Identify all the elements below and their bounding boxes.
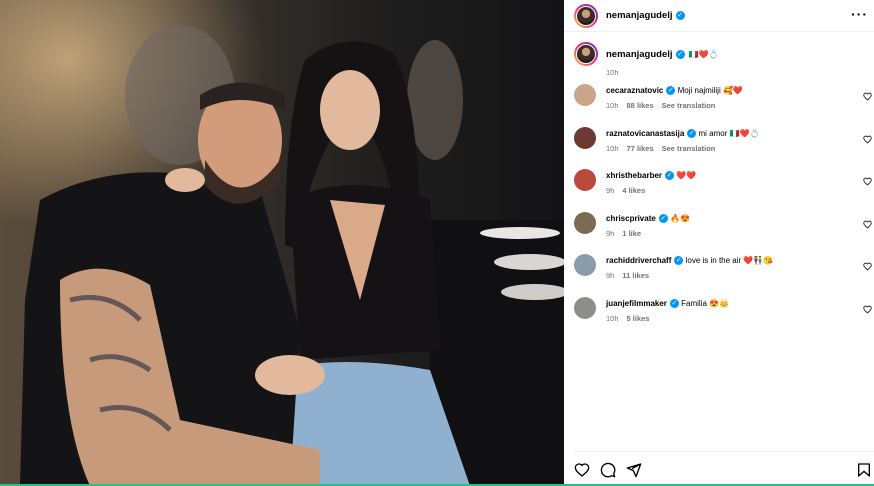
comment-time: 10h xyxy=(606,101,619,111)
comment-body: xhristhebarber ✓ ❤️❤️ 9h 4 likes xyxy=(606,171,854,195)
more-options-icon[interactable]: ··· xyxy=(851,6,868,22)
comment-time: 10h xyxy=(606,143,619,153)
comment-row: chriscprivate ✓ 🔥😍 9h 1 like xyxy=(574,211,874,248)
comment-emoji: 🥰❤️ xyxy=(722,86,743,95)
comment-emoji: 🇮🇹❤️💍 xyxy=(729,128,760,138)
comment-likes[interactable]: 77 likes xyxy=(627,144,654,153)
heart-icon[interactable] xyxy=(863,220,872,229)
comment-body: rachiddriverchaff ✓ love is in the air ❤️… xyxy=(606,256,854,280)
comment-emoji: 😍👑 xyxy=(709,298,730,308)
comment-body: cecaraznatovic ✓ Moji najmiliji 🥰❤️ 10h 88 … xyxy=(606,86,854,110)
caption-avatar[interactable] xyxy=(574,42,598,66)
comment-meta: 9h 4 likes xyxy=(606,186,854,195)
caption-text: 🇮🇹❤️💍 xyxy=(688,49,719,59)
comment-emoji: 🔥😍 xyxy=(670,213,690,223)
comment-likes[interactable]: 5 likes xyxy=(627,314,650,323)
comment-row: raznatovicanastasija ✓ mi amor 🇮🇹❤️💍 10h 77… xyxy=(574,126,874,163)
commenter-username[interactable]: cecaraznatovic xyxy=(606,86,663,95)
commenter-avatar[interactable] xyxy=(574,254,596,276)
caption-username[interactable]: nemanjagudelj xyxy=(606,49,673,60)
action-bar xyxy=(574,451,874,482)
share-icon[interactable] xyxy=(626,462,642,478)
author-username[interactable]: nemanjagudelj xyxy=(606,10,673,21)
heart-icon[interactable] xyxy=(863,92,872,101)
comment-time: 9h xyxy=(606,186,615,196)
comment-text: Moji najmiliji xyxy=(677,86,721,95)
verified-icon: ✓ xyxy=(687,128,697,138)
commenter-avatar[interactable] xyxy=(574,169,596,191)
caption-time: 10h xyxy=(606,68,619,77)
verified-icon: ✓ xyxy=(674,256,684,266)
verified-icon: ✓ xyxy=(675,11,685,20)
bookmark-icon[interactable] xyxy=(856,462,872,478)
verified-icon: ✓ xyxy=(665,171,675,181)
commenter-username[interactable]: chriscprivate xyxy=(606,214,656,223)
comment-body: chriscprivate ✓ 🔥😍 9h 1 like xyxy=(606,214,854,238)
comment-likes[interactable]: 1 like xyxy=(622,229,641,238)
comment-likes[interactable]: 88 likes xyxy=(627,101,654,110)
comment-text: love is in the air xyxy=(685,256,742,265)
comment-meta: 10h 77 likes See translation xyxy=(606,144,854,153)
post-photo[interactable] xyxy=(0,0,564,486)
verified-icon: ✓ xyxy=(658,213,668,223)
see-translation-link[interactable]: See translation xyxy=(662,101,716,110)
comment-likes[interactable]: 4 likes xyxy=(622,186,645,195)
comment-emoji: ❤️❤️ xyxy=(676,171,697,180)
comment-row: xhristhebarber ✓ ❤️❤️ 9h 4 likes xyxy=(574,169,874,205)
verified-icon: ✓ xyxy=(666,86,676,96)
comment-emoji: ❤️👫😘 xyxy=(743,256,774,265)
commenter-username[interactable]: xhristhebarber xyxy=(606,171,662,180)
comment-time: 9h xyxy=(606,228,615,238)
comment-icon[interactable] xyxy=(600,462,616,478)
verified-icon: ✓ xyxy=(675,49,685,59)
heart-icon[interactable] xyxy=(863,262,872,271)
comment-meta: 10h 5 likes xyxy=(606,314,854,323)
see-translation-link[interactable]: See translation xyxy=(662,144,716,153)
heart-icon[interactable] xyxy=(574,462,590,478)
comment-time: 9h xyxy=(606,271,615,281)
comment-likes[interactable]: 11 likes xyxy=(622,271,649,280)
comment-row: cecaraznatovic ✓ Moji najmiliji 🥰❤️ 10h 88 … xyxy=(574,84,874,120)
comment-body: raznatovicanastasija ✓ mi amor 🇮🇹❤️💍 10h 77… xyxy=(606,129,854,153)
heart-icon[interactable] xyxy=(863,177,872,186)
photo-illustration xyxy=(0,0,564,486)
commenter-avatar[interactable] xyxy=(574,84,596,106)
comment-meta: 9h 1 like xyxy=(606,229,854,238)
post-header: nemanjagudelj ✓ ··· xyxy=(564,0,874,32)
comment-meta: 9h 11 likes xyxy=(606,271,854,280)
post-caption: nemanjagudelj ✓ 🇮🇹❤️💍 10h xyxy=(574,42,874,77)
comment-body: juanjefilmmaker ✓ Familia 😍👑 10h 5 likes xyxy=(606,299,854,323)
commenter-avatar[interactable] xyxy=(574,211,596,234)
heart-icon[interactable] xyxy=(863,305,872,314)
comment-row: rachiddriverchaff ✓ love is in the air ❤️… xyxy=(574,254,874,290)
commenter-username[interactable]: juanjefilmmaker xyxy=(606,299,667,308)
commenter-username[interactable]: raznatovicanastasija xyxy=(606,129,684,138)
comment-time: 10h xyxy=(606,313,619,323)
commenter-username[interactable]: rachiddriverchaff xyxy=(606,256,671,265)
verified-icon: ✓ xyxy=(669,298,679,308)
comment-text: Familia xyxy=(681,298,707,308)
commenter-avatar[interactable] xyxy=(574,296,596,319)
commenter-avatar[interactable] xyxy=(574,126,596,149)
author-avatar[interactable] xyxy=(574,3,598,28)
heart-icon[interactable] xyxy=(863,135,872,144)
comment-text: mi amor xyxy=(698,128,728,138)
comment-row: juanjefilmmaker ✓ Familia 😍👑 10h 5 likes xyxy=(574,296,874,333)
post-side-panel: nemanjagudelj ✓ ··· nemanjagudelj ✓ 🇮🇹❤️… xyxy=(564,0,874,486)
comment-meta: 10h 88 likes See translation xyxy=(606,101,854,110)
